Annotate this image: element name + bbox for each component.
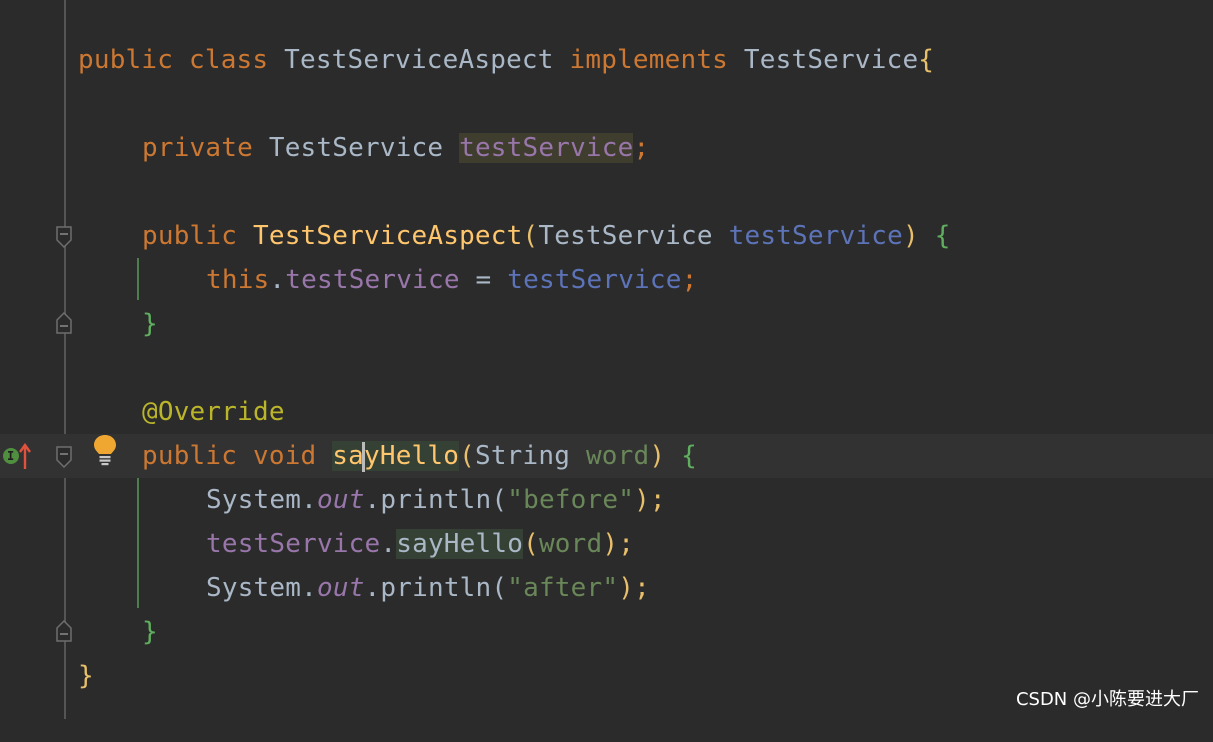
keyword-this: this xyxy=(206,265,270,295)
method-name: sayHello xyxy=(332,441,460,472)
class-close-brace: } xyxy=(78,661,94,691)
implements-marker-letter: I xyxy=(7,449,15,463)
code-line-11[interactable]: } xyxy=(0,610,1213,654)
code-text: private TestService testService; xyxy=(142,126,649,170)
watermark: CSDN @小陈要进大厂 xyxy=(1015,689,1199,710)
dot: . xyxy=(269,265,286,295)
code-line-6[interactable]: @Override xyxy=(0,390,1213,434)
param-name: word xyxy=(585,441,650,471)
param-type: TestService xyxy=(538,221,713,251)
keyword-void: void xyxy=(252,441,317,471)
method-call: .println( xyxy=(364,485,508,515)
open-paren: ( xyxy=(459,441,475,471)
code-text: public void sayHello(String word) { xyxy=(142,434,697,478)
keyword-private: private xyxy=(142,133,253,163)
method-name-part1: sa xyxy=(332,441,364,471)
constructor-name: TestServiceAspect xyxy=(252,221,523,251)
static-field: out xyxy=(316,573,365,603)
method-call: sayHello xyxy=(396,529,524,559)
open-brace: { xyxy=(681,441,697,471)
code-line-3[interactable]: public TestServiceAspect(TestService tes… xyxy=(0,214,1213,258)
param-ref: word xyxy=(538,529,603,559)
type-name: TestService xyxy=(268,133,444,163)
close-brace: } xyxy=(142,617,158,647)
method-name-part2: yHello xyxy=(363,441,460,471)
implements-method-icon[interactable]: I xyxy=(2,442,34,475)
call-end: ); xyxy=(618,573,650,603)
class-ref: System. xyxy=(206,573,317,603)
field-name: testService xyxy=(459,133,634,163)
open-brace: { xyxy=(934,221,951,251)
param-type: String xyxy=(474,441,571,471)
code-text: System.out.println("after"); xyxy=(206,566,650,610)
dot: . xyxy=(380,529,397,559)
semicolon: ; xyxy=(633,133,650,163)
class-ref: System. xyxy=(206,485,317,515)
call-end: ); xyxy=(634,485,666,515)
code-text: this.testService = testService; xyxy=(206,258,697,302)
fold-close-icon[interactable] xyxy=(56,312,72,334)
change-marker[interactable] xyxy=(137,258,139,300)
code-line-10[interactable]: System.out.println("after"); xyxy=(0,566,1213,610)
static-field: out xyxy=(316,485,365,515)
keyword-class: class xyxy=(188,45,269,75)
code-line-4[interactable]: this.testService = testService; xyxy=(0,258,1213,302)
keyword-public: public xyxy=(142,441,238,471)
interface-name: TestService xyxy=(743,45,919,75)
fold-open-icon[interactable] xyxy=(56,446,72,468)
code-text: testService.sayHello(word); xyxy=(206,522,634,566)
keyword-implements: implements xyxy=(569,45,729,75)
annotation-override: @Override xyxy=(142,397,285,427)
string-literal: "before" xyxy=(507,485,635,515)
code-line-5[interactable]: } xyxy=(0,302,1213,346)
lightbulb-icon[interactable] xyxy=(92,434,118,470)
open-paren: ( xyxy=(523,529,539,559)
method-call: .println( xyxy=(364,573,508,603)
fold-open-icon[interactable] xyxy=(56,226,72,248)
change-marker[interactable] xyxy=(137,478,139,608)
code-text: public TestServiceAspect(TestService tes… xyxy=(142,214,951,258)
code-text: public class TestServiceAspect implement… xyxy=(78,38,934,82)
code-line-7-current[interactable]: public void sayHello(String word) { xyxy=(0,434,1213,478)
field-ref: testService xyxy=(206,529,381,559)
code-text: System.out.println("before"); xyxy=(206,478,666,522)
close-brace: } xyxy=(142,309,158,339)
fold-close-icon[interactable] xyxy=(56,620,72,642)
param-ref: testService xyxy=(507,265,682,295)
close-paren: ) xyxy=(649,441,666,471)
close-paren: ) xyxy=(903,221,919,251)
keyword-public: public xyxy=(142,221,238,251)
code-line-9[interactable]: testService.sayHello(word); xyxy=(0,522,1213,566)
open-brace: { xyxy=(918,45,935,75)
call-end: ); xyxy=(602,529,635,559)
code-line-8[interactable]: System.out.println("before"); xyxy=(0,478,1213,522)
assign-op: = xyxy=(459,265,508,295)
semicolon: ; xyxy=(681,265,698,295)
code-line-1[interactable]: public class TestServiceAspect implement… xyxy=(0,38,1213,82)
field-ref: testService xyxy=(285,265,460,295)
string-literal: "after" xyxy=(507,573,619,603)
code-line-2[interactable]: private TestService testService; xyxy=(0,126,1213,170)
open-paren: ( xyxy=(522,221,539,251)
class-name: TestServiceAspect xyxy=(284,45,554,75)
keyword-public: public xyxy=(78,45,174,75)
param-name: testService xyxy=(728,221,903,251)
